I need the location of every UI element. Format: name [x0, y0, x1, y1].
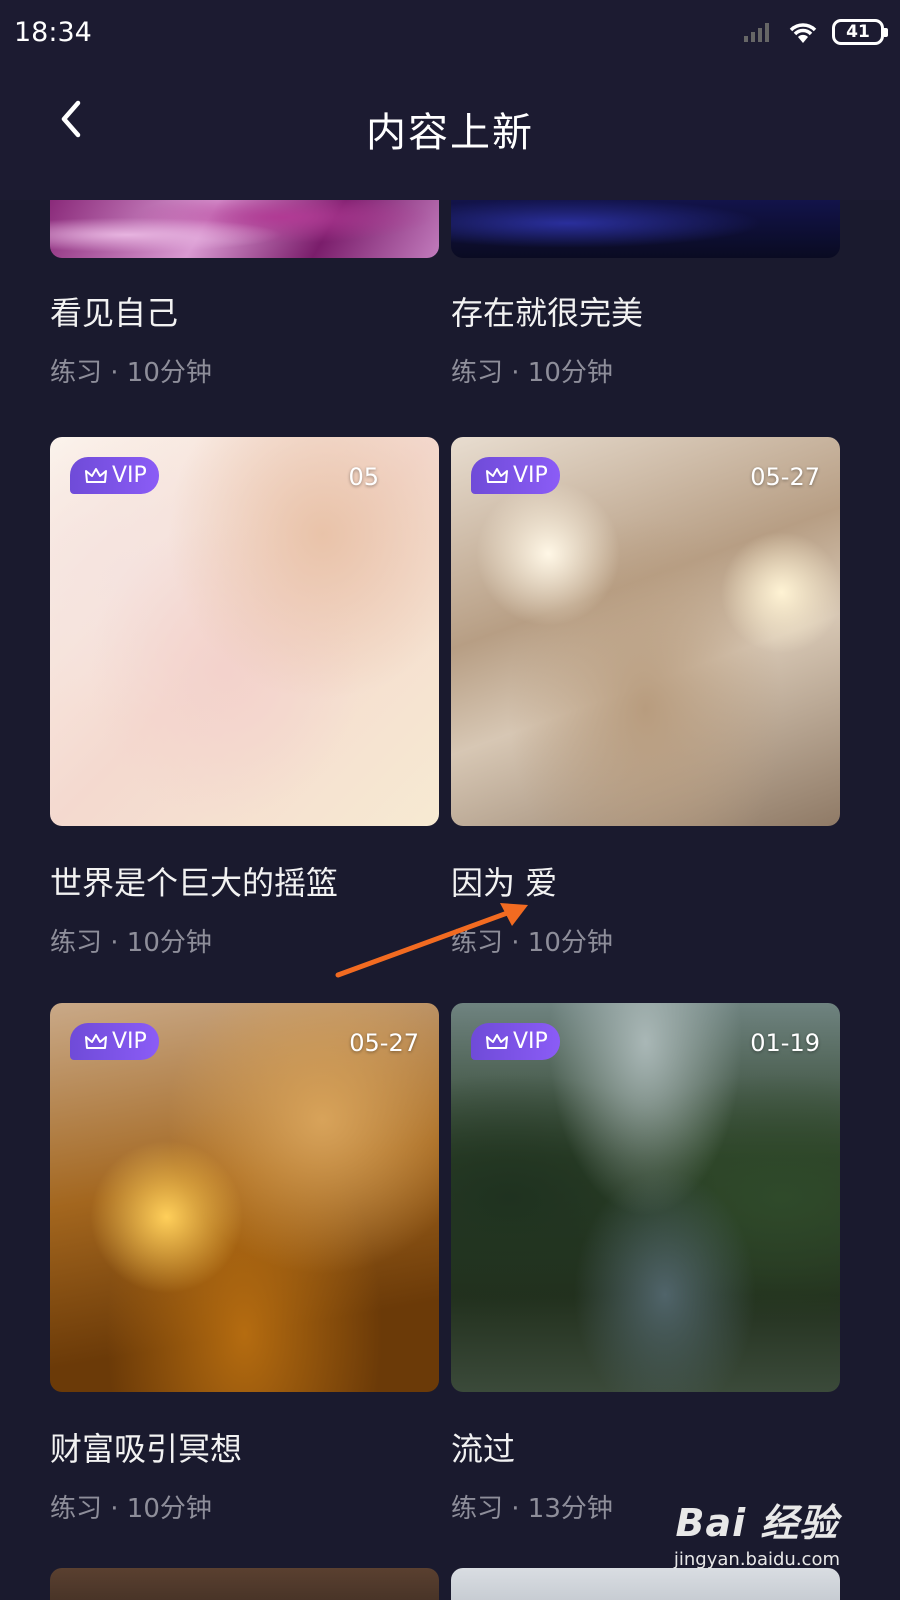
crown-icon [486, 1033, 508, 1049]
card-title: 存在就很完美 [451, 294, 644, 332]
header: 内容上新 [0, 64, 900, 200]
card-thumbnail[interactable] [50, 1568, 439, 1600]
card-thumbnail[interactable]: VIP 05-27 [451, 437, 840, 826]
battery-level: 41 [846, 22, 870, 42]
content-card[interactable]: VIP 05-27 财富吸引冥想 练习 · 10分钟 [50, 1003, 439, 1525]
date-label: 05-27 [750, 463, 820, 491]
crown-icon [486, 467, 508, 483]
vip-badge: VIP [70, 1023, 159, 1060]
wifi-icon [789, 23, 817, 43]
content-card[interactable]: 存在就很完美 练习 · 10分钟 [451, 200, 840, 389]
status-time: 18:34 [14, 16, 92, 48]
card-thumbnail[interactable] [50, 200, 439, 258]
card-thumbnail[interactable] [451, 1568, 840, 1600]
content-card[interactable]: 看见自己 练习 · 10分钟 [50, 200, 439, 389]
content-card[interactable]: VIP 01-19 流过 练习 · 13分钟 [451, 1003, 840, 1525]
vip-badge: VIP [471, 1023, 560, 1060]
card-title: 看见自己 [50, 294, 179, 332]
status-bar: 18:34 41 [0, 0, 900, 64]
vip-label: VIP [513, 463, 548, 488]
card-title: 因为 爱 [451, 864, 558, 902]
card-thumbnail[interactable]: VIP 01-19 [451, 1003, 840, 1392]
content-card[interactable]: VIP 05 世界是个巨大的摇篮 练习 · 10分钟 [50, 437, 439, 959]
card-title: 流过 [451, 1430, 516, 1468]
card-meta: 练习 · 10分钟 [50, 1494, 212, 1524]
watermark-logo: Bai 经验 [675, 1501, 839, 1545]
card-meta: 练习 · 10分钟 [451, 358, 613, 388]
content-card[interactable] [50, 1568, 439, 1600]
card-title: 世界是个巨大的摇篮 [50, 864, 339, 902]
page-title: 内容上新 [366, 110, 534, 156]
watermark: Bai 经验 jingyan.baidu.com [674, 1492, 840, 1570]
status-icons: 41 [742, 19, 888, 45]
vip-label: VIP [112, 1029, 147, 1054]
annotation-arrow-icon [335, 903, 528, 978]
watermark-url: jingyan.baidu.com [673, 1549, 840, 1570]
content-card[interactable] [451, 1568, 840, 1600]
vip-label: VIP [112, 463, 147, 488]
card-thumbnail[interactable]: VIP 05 [50, 437, 439, 826]
crown-icon [85, 1033, 107, 1049]
vip-label: VIP [513, 1029, 548, 1054]
card-thumbnail[interactable] [451, 200, 840, 258]
vip-badge: VIP [70, 457, 159, 494]
card-meta: 练习 · 10分钟 [50, 358, 212, 388]
content-card[interactable]: VIP 05-27 因为 爱 练习 · 10分钟 [451, 437, 840, 959]
card-title: 财富吸引冥想 [50, 1430, 243, 1468]
vip-badge: VIP [471, 457, 560, 494]
date-label: 05-27 [349, 1029, 419, 1057]
date-label: 01-19 [750, 1029, 820, 1057]
signal-icon [744, 23, 769, 42]
crown-icon [85, 467, 107, 483]
date-label: 05 [348, 463, 379, 491]
battery-icon: 41 [832, 19, 888, 45]
card-thumbnail[interactable]: VIP 05-27 [50, 1003, 439, 1392]
